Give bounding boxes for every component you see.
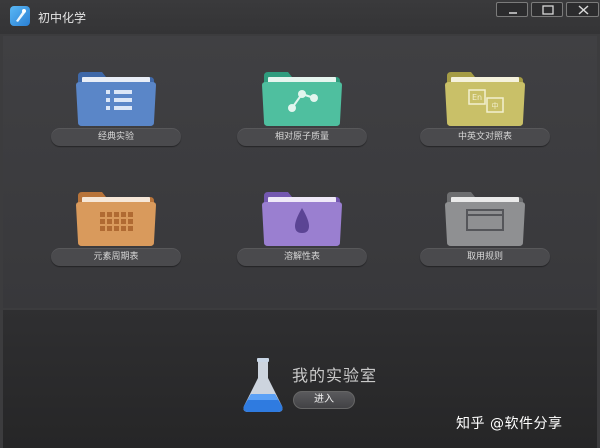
- module-relative-atomic-mass[interactable]: 相对原子质量: [232, 68, 372, 178]
- molecule-icon: [262, 72, 342, 126]
- svg-text:En: En: [472, 93, 482, 102]
- module-chinese-english-table[interactable]: En 中 中英文对照表: [415, 68, 555, 178]
- module-usage-rules[interactable]: 取用规则: [415, 188, 555, 298]
- module-label: 元素周期表: [51, 248, 181, 266]
- lab-title: 我的实验室: [292, 366, 378, 385]
- maximize-icon: [542, 5, 554, 15]
- enter-lab-button[interactable]: 进入: [293, 391, 355, 409]
- window-icon: [445, 192, 525, 246]
- maximize-button[interactable]: [531, 2, 563, 17]
- drop-icon: [262, 192, 342, 246]
- list-icon: [76, 72, 156, 126]
- translate-icon: En 中: [445, 72, 525, 126]
- minimize-icon: [509, 12, 517, 14]
- app-logo-icon: [10, 6, 30, 26]
- flask-icon: [243, 358, 283, 412]
- module-label: 经典实验: [51, 128, 181, 146]
- module-label: 中英文对照表: [420, 128, 550, 146]
- module-label: 取用规则: [420, 248, 550, 266]
- title-bar: 初中化学: [0, 0, 600, 34]
- close-button[interactable]: [566, 2, 599, 17]
- app-window: 初中化学 经典实验 相对原子质量 En 中 中英文对照表 元素周期表 溶解性表 …: [0, 0, 600, 448]
- module-label: 相对原子质量: [237, 128, 367, 146]
- minimize-button[interactable]: [496, 2, 528, 17]
- module-solubility-table[interactable]: 溶解性表: [232, 188, 372, 298]
- close-icon: [578, 5, 589, 15]
- module-periodic-table[interactable]: 元素周期表: [46, 188, 186, 298]
- svg-text:中: 中: [492, 101, 499, 110]
- module-label: 溶解性表: [237, 248, 367, 266]
- app-title: 初中化学: [38, 11, 87, 25]
- module-classic-experiments[interactable]: 经典实验: [46, 68, 186, 178]
- watermark-text: 知乎 @软件分享: [456, 416, 563, 432]
- grid-icon: [76, 192, 156, 246]
